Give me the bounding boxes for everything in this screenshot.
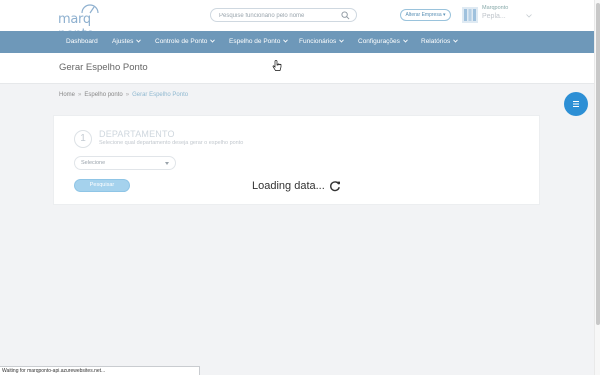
nav-ajustes[interactable]: Ajustes xyxy=(112,31,142,53)
floating-menu-button[interactable] xyxy=(564,92,588,116)
nav-controle-ponto-label: Controle de Ponto xyxy=(155,38,208,45)
nav-funcionarios-label: Funcionários xyxy=(299,38,337,45)
chevron-down-icon xyxy=(403,39,408,43)
nav-funcionarios[interactable]: Funcionários xyxy=(299,31,345,53)
search-button[interactable]: Pesquisar xyxy=(74,179,130,192)
page-title: Gerar Espelho Ponto xyxy=(59,62,148,73)
department-select-value: Selecione xyxy=(81,160,106,166)
nav-controle-ponto[interactable]: Controle de Ponto xyxy=(155,31,216,53)
loading-text: Loading data... xyxy=(252,180,325,192)
search-box[interactable] xyxy=(210,8,357,22)
nav-configuracoes[interactable]: Configurações xyxy=(358,31,408,53)
hand-cursor-icon xyxy=(272,60,282,71)
step-number: 1 xyxy=(74,130,92,148)
chevron-down-icon xyxy=(339,39,345,43)
breadcrumb-espelho-ponto[interactable]: Espelho ponto xyxy=(84,92,122,98)
user-name[interactable]: Marqponto xyxy=(482,5,508,11)
user-company[interactable]: Pepla... xyxy=(482,13,506,20)
chevron-down-icon xyxy=(453,39,459,43)
search-icon[interactable] xyxy=(341,11,350,20)
menu-icon xyxy=(573,101,579,107)
nav-ajustes-label: Ajustes xyxy=(112,38,134,45)
logo[interactable]: marq ponto xyxy=(58,4,122,42)
breadcrumb-separator: » xyxy=(78,92,82,98)
main-nav: Dashboard Ajustes Controle de Ponto Espe… xyxy=(0,31,600,53)
top-header: marq ponto Alterar Empresa ▾ Marqponto P… xyxy=(0,0,600,42)
page-title-bar: Gerar Espelho Ponto xyxy=(0,53,600,84)
breadcrumb-current: Gerar Espelho Ponto xyxy=(132,92,189,98)
avatar-icon[interactable] xyxy=(462,7,478,23)
nav-dashboard[interactable]: Dashboard xyxy=(66,31,98,53)
nav-relatorios[interactable]: Relatórios xyxy=(421,31,459,53)
breadcrumb: Home» Espelho ponto» Gerar Espelho Ponto xyxy=(59,92,188,98)
step-title: DEPARTAMENTO xyxy=(99,129,175,139)
nav-espelho-ponto[interactable]: Espelho de Ponto xyxy=(229,31,289,53)
nav-configuracoes-label: Configurações xyxy=(358,38,400,45)
chevron-down-icon xyxy=(136,39,142,43)
alter-company-button[interactable]: Alterar Empresa ▾ xyxy=(400,9,451,21)
search-input[interactable] xyxy=(219,11,339,21)
nav-espelho-ponto-label: Espelho de Ponto xyxy=(229,38,281,45)
chevron-down-icon[interactable] xyxy=(526,14,532,18)
nav-relatorios-label: Relatórios xyxy=(421,38,451,45)
department-select[interactable]: Selecione xyxy=(74,156,176,170)
breadcrumb-home[interactable]: Home xyxy=(59,92,75,98)
breadcrumb-separator: » xyxy=(125,92,130,98)
step-description: Selecione qual departamento deseja gerar… xyxy=(99,140,244,146)
vertical-scrollbar[interactable] xyxy=(594,0,600,375)
chevron-down-icon xyxy=(283,39,289,43)
scrollbar-thumb[interactable] xyxy=(596,3,600,325)
chevron-down-icon xyxy=(210,39,216,43)
nav-dashboard-label: Dashboard xyxy=(66,38,98,45)
refresh-icon xyxy=(330,181,340,192)
caret-down-icon xyxy=(165,162,169,165)
browser-status-bar: Waiting for marqponto-api.azurewebsites.… xyxy=(0,366,200,375)
